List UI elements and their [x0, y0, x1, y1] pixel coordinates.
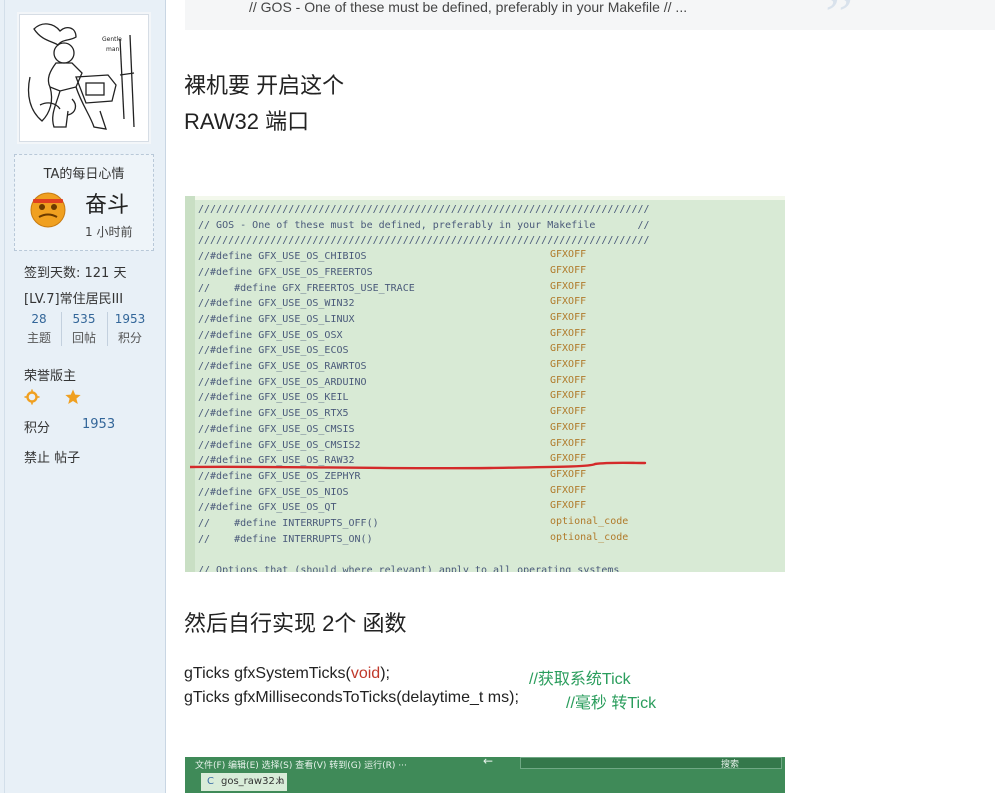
sun-icon	[24, 389, 40, 405]
code-line: // #define INTERRUPTS_OFF()	[198, 518, 379, 529]
user-sidebar: Gentle man TA的每日心情 奋斗 1 小时前 签到天数: 121 天 …	[0, 0, 166, 793]
c-file-icon: C	[207, 776, 214, 787]
post-heading-3: 然后自行实现 2个 函数	[184, 611, 407, 636]
ban-post-link[interactable]: 禁止 帖子	[24, 447, 80, 466]
quote-text: // GOS - One of these must be defined, p…	[249, 0, 688, 15]
code-line: //#define GFX_USE_OS_OSX	[198, 329, 343, 341]
code-line-value: optional_code	[550, 531, 629, 543]
code-line-value: GFXOFF	[550, 484, 587, 496]
code-line-value: optional_code	[550, 516, 629, 527]
function-line-2: gTicks gfxMillisecondsToTicks(delaytime_…	[184, 689, 519, 706]
code-line: // #define GFX_FREERTOS_USE_TRACE	[198, 282, 415, 294]
score-value[interactable]: 1953	[82, 417, 115, 432]
svg-text:man: man	[106, 46, 120, 53]
ide-search-box: 搜索	[520, 757, 782, 770]
post-heading-1: 裸机要 开启这个	[184, 73, 345, 98]
code-line-value: GFXOFF	[550, 437, 587, 449]
code-line: //#define GFX_USE_OS_ARDUINO	[198, 376, 367, 388]
code-line: //#define GFX_USE_OS_QT	[198, 502, 337, 514]
code-line: // #define INTERRUPTS_ON()	[198, 533, 373, 545]
code-line-value: GFXOFF	[550, 421, 587, 433]
code-line-value: GFXOFF	[550, 500, 587, 512]
svg-text:Gentle: Gentle	[102, 36, 122, 43]
code-line: // Options that (should where relevant) …	[198, 565, 620, 572]
code-line: //#define GFX_USE_OS_RAWRTOS	[198, 361, 367, 372]
code-line: //#define GFX_USE_OS_KEIL	[198, 392, 349, 404]
star-icon	[65, 389, 81, 404]
code-screenshot[interactable]: ////////////////////////////////////////…	[185, 196, 785, 572]
code-line-value: GFXOFF	[550, 343, 587, 355]
quote-block: // GOS - One of these must be defined, p…	[185, 0, 995, 50]
daily-mood-box: TA的每日心情 奋斗 1 小时前	[14, 154, 154, 251]
function-line-1: gTicks gfxSystemTicks(void);	[184, 665, 390, 683]
code-line: //#define GFX_USE_OS_CMSIS2	[198, 439, 361, 451]
user-level[interactable]: [LV.7]常住居民III	[24, 288, 123, 307]
quote-mark-icon: ”	[825, 0, 854, 50]
code-line-value: GFXOFF	[550, 374, 587, 386]
moon-icon	[49, 390, 56, 404]
stat-points-value: 1953	[114, 312, 146, 326]
function-comment-2: //毫秒 转Tick	[566, 695, 657, 712]
avatar-illustration: Gentle man	[27, 23, 135, 130]
code-line-value: GFXOFF	[550, 311, 587, 323]
code-line-value: GFXOFF	[550, 280, 587, 292]
post-heading-2: RAW32 端口	[184, 109, 310, 134]
red-underline-mark	[190, 461, 647, 470]
function-comment-1: //获取系统Tick	[529, 671, 631, 688]
code-line: //#define GFX_USE_OS_CMSIS	[198, 423, 355, 435]
code-line: ////////////////////////////////////////…	[198, 204, 650, 215]
striving-face-icon	[30, 192, 66, 228]
mood-text: 奋斗	[85, 193, 130, 218]
stat-points-label: 积分	[117, 331, 142, 345]
code-line: //#define GFX_USE_OS_ZEPHYR	[198, 470, 361, 482]
checkin-days: 签到天数: 121 天	[24, 266, 127, 281]
code-line-value: GFXOFF	[550, 249, 587, 261]
close-icon: ×	[275, 776, 284, 787]
honor-title: 荣誉版主	[24, 369, 77, 384]
code-line: //#define GFX_USE_OS_NIOS	[198, 486, 349, 498]
ide-search-label: 搜索	[721, 760, 740, 770]
code-gutter	[185, 196, 195, 572]
fn1-keyword: void	[350, 665, 381, 682]
stat-replies-value: 535	[72, 312, 96, 326]
ide-menu-bar: 文件(F) 编辑(E) 选择(S) 查看(V) 转到(G) 运行(R) ···	[195, 761, 407, 771]
code-line: ////////////////////////////////////////…	[198, 235, 650, 247]
mood-title: TA的每日心情	[43, 167, 125, 182]
code-line-value: GFXOFF	[550, 390, 587, 402]
code-line: //#define GFX_USE_OS_LINUX	[198, 313, 355, 325]
code-line-value: GFXOFF	[550, 296, 587, 308]
code-line-value: GFXOFF	[550, 327, 587, 339]
user-avatar[interactable]: Gentle man	[19, 14, 149, 142]
ide-screenshot[interactable]: 文件(F) 编辑(E) 选择(S) 查看(V) 转到(G) 运行(R) ··· …	[185, 757, 785, 793]
code-line: //#define GFX_USE_OS_FREERTOS	[198, 266, 373, 278]
code-line-value: GFXOFF	[550, 264, 587, 276]
code-line: //#define GFX_USE_OS_ECOS	[198, 345, 349, 357]
fn1-suffix: );	[380, 665, 390, 682]
score-label: 积分	[24, 421, 51, 436]
mood-time: 1 小时前	[85, 225, 133, 239]
stat-points[interactable]: 1953 积分	[107, 312, 152, 346]
code-topline	[185, 196, 785, 200]
code-line: // GOS - One of these must be defined, p…	[198, 219, 650, 231]
code-line: //#define GFX_USE_OS_CHIBIOS	[198, 251, 367, 263]
user-stats: 28 主题 535 回帖 1953 积分	[17, 312, 151, 348]
ide-file-tab: C gos_raw32.h ×	[201, 773, 287, 791]
stat-replies[interactable]: 535 回帖	[61, 312, 106, 346]
stat-topics[interactable]: 28 主题	[17, 312, 61, 346]
code-line: //#define GFX_USE_OS_WIN32	[198, 298, 355, 310]
code-line: //#define GFX_USE_OS_RTX5	[198, 408, 349, 420]
stat-topics-value: 28	[31, 312, 47, 326]
code-line-value: GFXOFF	[550, 406, 587, 418]
stat-replies-label: 回帖	[71, 331, 96, 345]
back-arrow-icon: ←	[483, 757, 494, 768]
code-line-value: GFXOFF	[550, 359, 587, 370]
fn1-prefix: gTicks gfxSystemTicks(	[184, 665, 351, 682]
stat-topics-label: 主题	[26, 331, 51, 345]
